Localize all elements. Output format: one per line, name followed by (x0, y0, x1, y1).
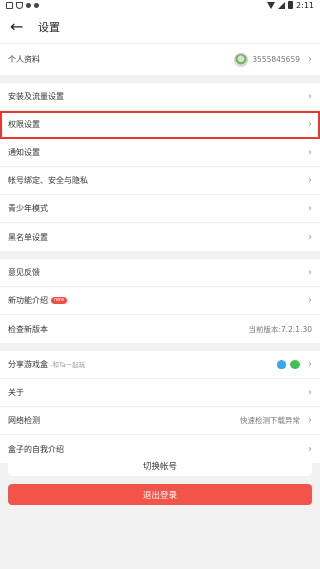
avatar (234, 52, 249, 67)
profile-row[interactable]: 个人资料 3555845659 › (0, 44, 320, 75)
row-label: 新功能介绍 new (8, 295, 304, 306)
row-label: 意见反馈 (8, 268, 40, 277)
support-group: 意见反馈 › 新功能介绍 new › 检查新版本 当前版本:7.2.1.30 (0, 259, 320, 343)
status-left (6, 1, 39, 9)
status-bar: 2:11 (0, 0, 320, 10)
new-features-row[interactable]: 新功能介绍 new › (0, 287, 320, 315)
share-sub-label: -和Ta一起玩 (50, 361, 86, 369)
share-icons: › (277, 359, 312, 370)
row-label: 关于 (8, 388, 24, 397)
status-right: 2:11 (267, 1, 314, 10)
wifi-icon (267, 1, 276, 9)
share-row[interactable]: 分享游戏盒 -和Ta一起玩 › (0, 351, 320, 379)
chevron-right-icon: › (308, 91, 312, 102)
chevron-right-icon: › (308, 387, 312, 398)
profile-group: 个人资料 3555845659 › (0, 44, 320, 75)
settings-group: 安装及流量设置 › 权限设置 › 通知设置 › 帐号绑定、安全与隐私 › 青少年… (0, 83, 320, 251)
new-badge: new (51, 297, 68, 304)
bottom-actions: 切换帐号 退出登录 (0, 441, 320, 505)
chevron-right-icon: › (308, 119, 312, 130)
row-label: 分享游戏盒 -和Ta一起玩 (8, 359, 277, 370)
chevron-right-icon: › (308, 267, 312, 278)
status-time: 2:11 (296, 0, 314, 10)
chevron-right-icon: › (308, 359, 312, 370)
chevron-right-icon: › (308, 203, 312, 214)
chevron-right-icon: › (308, 415, 312, 426)
row-label: 检查新版本 (8, 324, 48, 334)
network-right: 快速检测下载异常 › (240, 415, 312, 426)
back-arrow-icon[interactable]: ← (10, 18, 28, 35)
blacklist-settings[interactable]: 黑名单设置 › (0, 223, 320, 251)
feedback-row[interactable]: 意见反馈 › (0, 259, 320, 287)
new-features-label: 新功能介绍 (8, 296, 48, 305)
row-label: 青少年模式 (8, 204, 48, 213)
chevron-right-icon: › (308, 54, 312, 65)
share-label: 分享游戏盒 (8, 360, 48, 369)
qq-icon[interactable] (277, 360, 286, 369)
app-notification-icon (26, 2, 31, 8)
notification-settings[interactable]: 通知设置 › (0, 139, 320, 167)
chevron-right-icon: › (308, 295, 312, 306)
page-title: 设置 (38, 20, 60, 34)
notification-icon (6, 1, 13, 9)
wechat-icon[interactable] (290, 360, 300, 369)
signal-icon (278, 1, 286, 9)
profile-label: 个人资料 (8, 55, 40, 64)
network-hint: 快速检测下载异常 (240, 416, 300, 425)
dot-icon (34, 2, 39, 8)
teen-mode[interactable]: 青少年模式 › (0, 195, 320, 223)
permission-settings[interactable]: 权限设置 › (0, 111, 320, 139)
row-label: 安装及流量设置 (8, 92, 64, 101)
shield-icon (16, 1, 23, 9)
check-version-row[interactable]: 检查新版本 当前版本:7.2.1.30 (0, 315, 320, 343)
row-label: 帐号绑定、安全与隐私 (8, 176, 88, 185)
chevron-right-icon: › (308, 231, 312, 243)
battery-icon (288, 1, 294, 9)
switch-account-button[interactable]: 切换帐号 (8, 455, 312, 476)
chevron-right-icon: › (308, 175, 312, 186)
row-label: 黑名单设置 (8, 232, 48, 242)
user-id: 3555845659 (252, 55, 300, 64)
chevron-right-icon: › (308, 147, 312, 158)
network-check-row[interactable]: 网络检测 快速检测下载异常 › (0, 407, 320, 435)
current-version: 当前版本:7.2.1.30 (248, 324, 312, 334)
row-label: 通知设置 (8, 148, 40, 157)
row-label: 权限设置 (8, 120, 40, 129)
logout-button[interactable]: 退出登录 (8, 484, 312, 505)
header: ← 设置 (0, 10, 320, 43)
account-security-privacy[interactable]: 帐号绑定、安全与隐私 › (0, 167, 320, 195)
about-row[interactable]: 关于 › (0, 379, 320, 407)
row-label: 网络检测 (8, 416, 40, 425)
profile-right: 3555845659 › (234, 52, 312, 67)
install-traffic-settings[interactable]: 安装及流量设置 › (0, 83, 320, 111)
